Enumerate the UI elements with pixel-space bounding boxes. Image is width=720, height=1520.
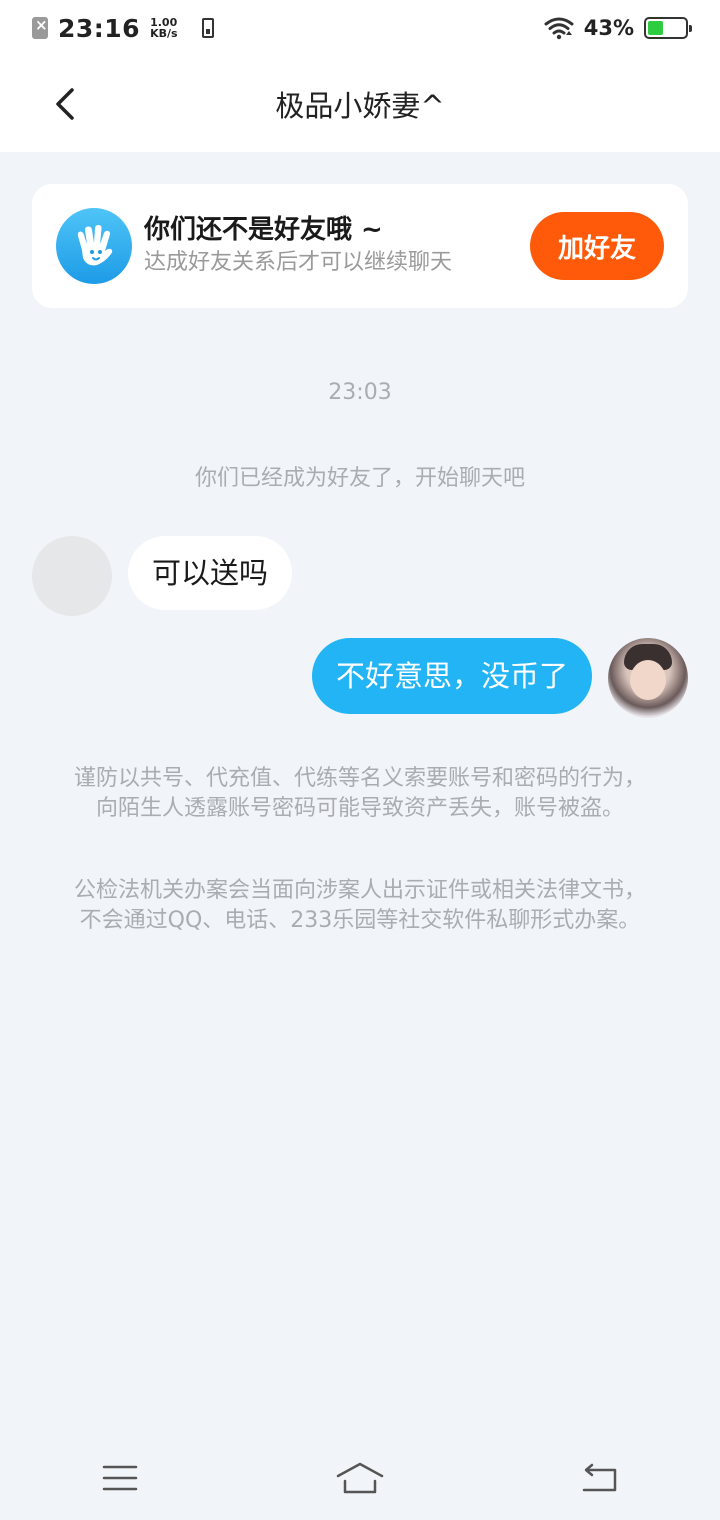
battery-saver-icon — [201, 18, 214, 38]
home-button[interactable] — [320, 1448, 400, 1508]
system-nav-bar — [0, 1436, 720, 1520]
add-friend-button[interactable]: 加好友 — [530, 212, 664, 280]
contact-avatar[interactable] — [32, 536, 112, 616]
battery-percent: 43% — [583, 16, 634, 40]
banner-subtitle: 达成好友关系后才可以继续聊天 — [144, 250, 453, 275]
page-title: 极品小娇妻^ — [275, 89, 445, 123]
waving-hand-icon — [56, 208, 132, 284]
chevron-left-icon — [56, 88, 74, 120]
status-time: 23:16 — [58, 13, 141, 43]
friend-request-banner: 你们还不是好友哦 ~ 达成好友关系后才可以继续聊天 加好友 — [32, 184, 688, 308]
back-nav-button[interactable] — [560, 1448, 640, 1508]
outgoing-message-bubble[interactable]: 不好意思，没币了 — [311, 638, 592, 714]
user-avatar[interactable] — [608, 638, 688, 718]
wifi-icon — [544, 17, 574, 40]
message-timestamp: 23:03 — [328, 380, 392, 405]
back-button[interactable] — [40, 80, 88, 128]
system-message: 你们已经成为好友了，开始聊天吧 — [194, 466, 525, 491]
battery-icon — [644, 17, 692, 39]
security-warning: 谨防以共号、代充值、代练等名义索要账号和密码的行为，向陌生人透露账号密码可能导致… — [73, 766, 646, 821]
outgoing-message: 不好意思，没币了 — [311, 638, 688, 718]
incoming-message-bubble[interactable]: 可以送吗 — [128, 536, 293, 610]
incoming-message: 可以送吗 — [32, 536, 293, 616]
chat-header: 极品小娇妻^ — [0, 56, 720, 152]
chat-screen: 23:16 1.00 KB/s 43% — [0, 0, 720, 1520]
battery-level-fill — [648, 21, 664, 35]
menu-icon — [102, 1465, 138, 1491]
network-speed-unit: KB/s — [150, 27, 178, 40]
home-icon — [336, 1462, 384, 1494]
banner-title: 你们还不是好友哦 ~ — [144, 215, 383, 245]
menu-button[interactable] — [80, 1448, 160, 1508]
status-bar: 23:16 1.00 KB/s 43% — [0, 0, 720, 56]
network-speed: 1.00 KB/s — [150, 17, 177, 39]
no-sim-icon — [32, 16, 48, 39]
legal-notice: 公检法机关办案会当面向涉案人出示证件或相关法律文书，不会通过QQ、电话、233乐… — [73, 878, 646, 933]
back-icon — [582, 1463, 617, 1492]
